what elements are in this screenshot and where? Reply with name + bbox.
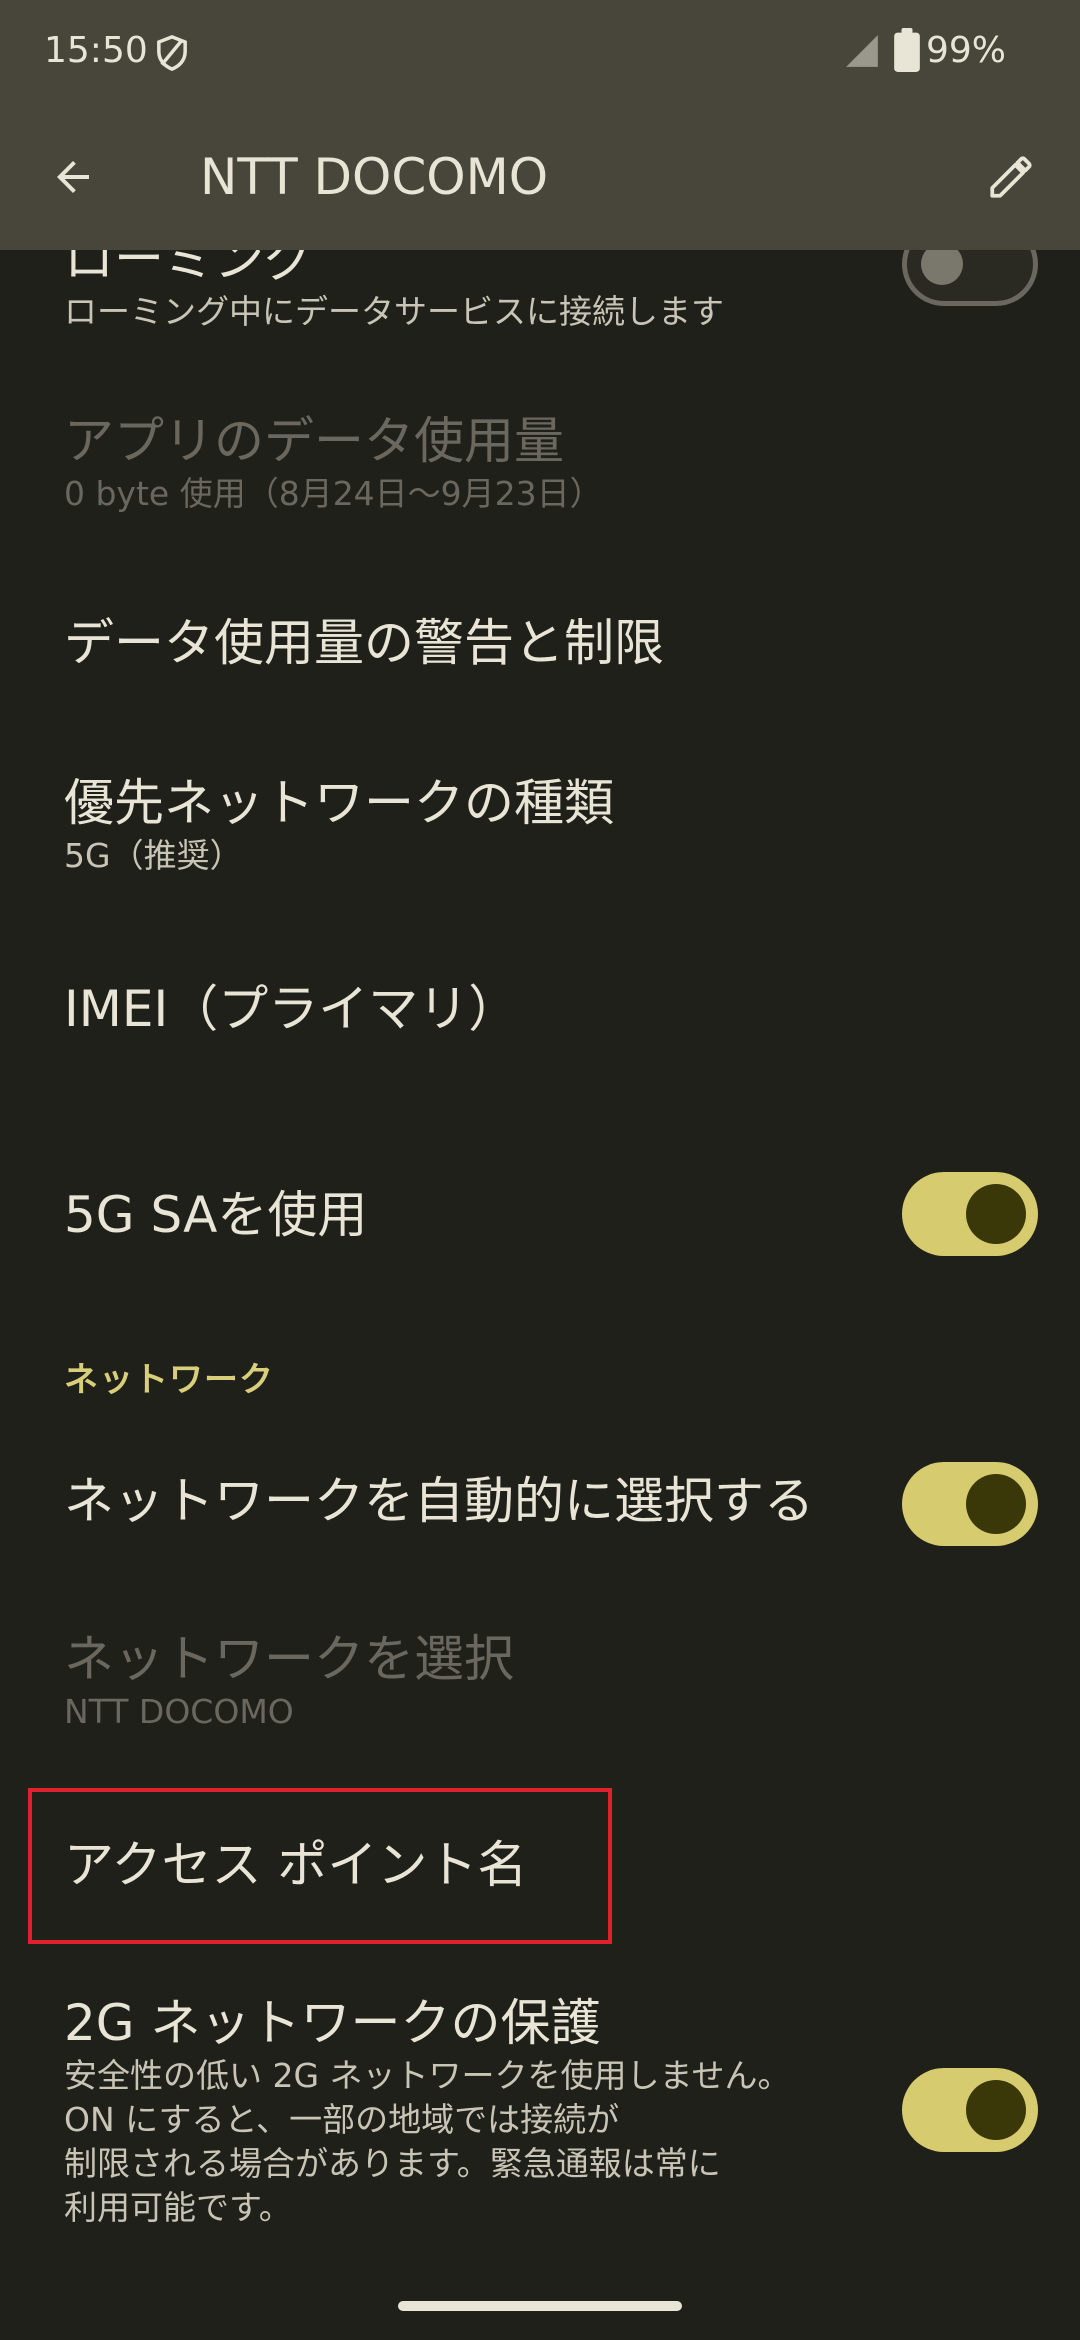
select-network-summary: NTT DOCOMO — [64, 1692, 294, 1731]
data-warning-item[interactable]: データ使用量の警告と制限 — [64, 612, 1080, 674]
back-button[interactable] — [30, 134, 116, 220]
protection-2g-summary-line: 利用可能です。 — [64, 2188, 292, 2227]
status-bar: 15:50 99% — [0, 0, 1080, 104]
arrow-left-icon — [57, 161, 89, 193]
protection-2g-title: 2G ネットワークの保護 — [64, 1994, 601, 2052]
signal-icon — [846, 35, 878, 67]
battery-icon — [894, 28, 920, 72]
auto-select-network-toggle[interactable] — [902, 1462, 1038, 1546]
toggle-knob — [966, 2080, 1026, 2140]
app-data-usage-title: アプリのデータ使用量 — [64, 412, 564, 470]
toggle-knob — [966, 1184, 1026, 1244]
use-5g-sa-toggle[interactable] — [902, 1172, 1038, 1256]
status-time: 15:50 — [44, 30, 148, 71]
shield-icon — [157, 35, 187, 71]
app-data-usage-item: アプリのデータ使用量 0 byte 使用（8月24日～9月23日） — [64, 410, 1080, 516]
settings-screen: ローミング ローミング中にデータサービスに接続します アプリのデータ使用量 0 … — [0, 0, 1080, 2340]
preferred-network-item[interactable]: 優先ネットワークの種類 5G（推奨） — [64, 772, 1080, 878]
protection-2g-toggle[interactable] — [902, 2068, 1038, 2152]
preferred-network-title: 優先ネットワークの種類 — [64, 774, 614, 832]
toggle-knob — [966, 1474, 1026, 1534]
preferred-network-summary: 5G（推奨） — [64, 836, 243, 875]
edit-button[interactable] — [968, 134, 1054, 220]
select-network-title: ネットワークを選択 — [64, 1630, 514, 1688]
page-title: NTT DOCOMO — [200, 148, 549, 206]
data-warning-title: データ使用量の警告と制限 — [64, 614, 664, 672]
app-data-usage-summary: 0 byte 使用（8月24日～9月23日） — [64, 474, 603, 513]
imei-title: IMEI（プライマリ） — [64, 980, 519, 1038]
gesture-nav-handle[interactable] — [398, 2301, 682, 2311]
battery-percentage: 99% — [926, 30, 1007, 71]
pencil-icon — [990, 156, 1032, 198]
select-network-item: ネットワークを選択 NTT DOCOMO — [64, 1628, 1080, 1734]
imei-item[interactable]: IMEI（プライマリ） — [64, 978, 1080, 1040]
network-section-header: ネットワーク — [64, 1360, 274, 1400]
highlight-box — [28, 1788, 612, 1944]
settings-list[interactable]: ローミング ローミング中にデータサービスに接続します アプリのデータ使用量 0 … — [0, 0, 1080, 2340]
app-bar: NTT DOCOMO — [0, 104, 1080, 250]
